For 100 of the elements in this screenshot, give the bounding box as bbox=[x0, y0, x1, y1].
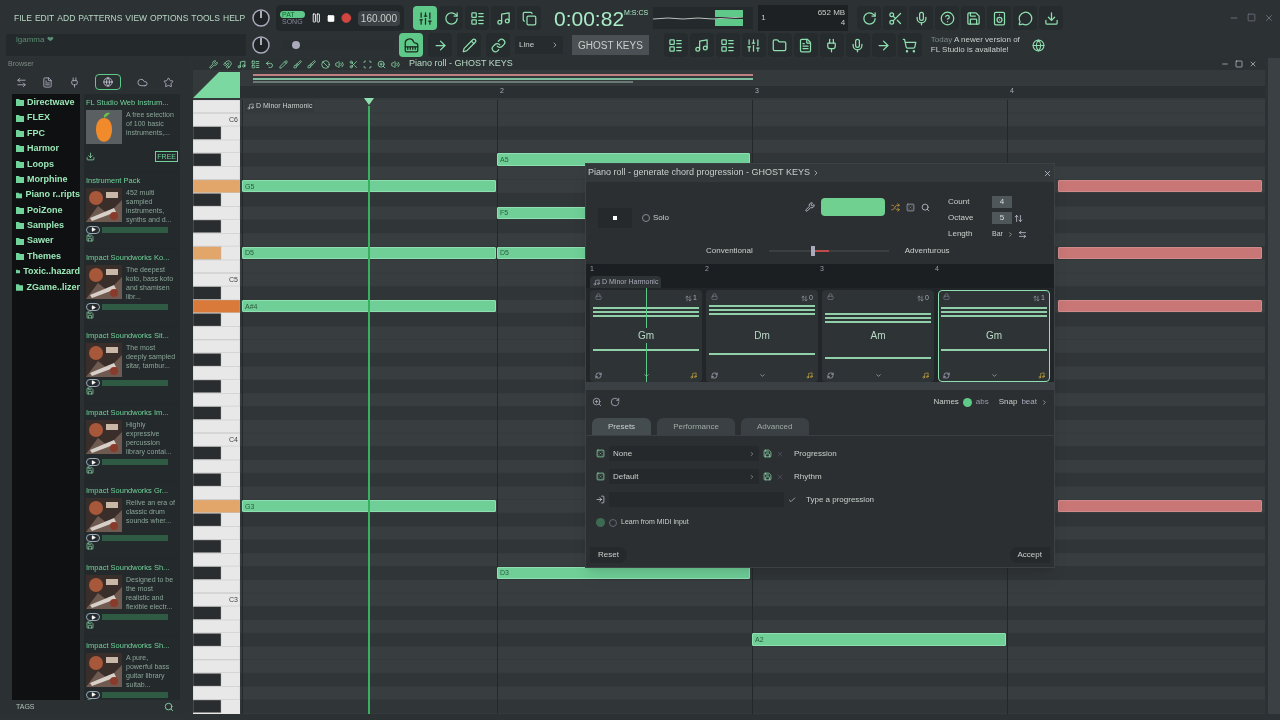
close-icon[interactable] bbox=[1043, 168, 1052, 178]
dice-icon[interactable] bbox=[596, 472, 605, 481]
menu-item[interactable]: FILE bbox=[14, 11, 32, 25]
import-icon[interactable] bbox=[596, 495, 605, 504]
snap-dropdown[interactable]: beat bbox=[1021, 396, 1037, 408]
install-icon[interactable] bbox=[86, 541, 94, 550]
draw-button[interactable] bbox=[457, 33, 481, 57]
help-button[interactable] bbox=[935, 6, 960, 30]
install-icon[interactable] bbox=[86, 621, 94, 630]
tutorial-button[interactable] bbox=[845, 33, 870, 57]
cut-button[interactable] bbox=[883, 6, 908, 30]
mixer-button[interactable] bbox=[741, 33, 766, 57]
tool-icon[interactable] bbox=[321, 59, 330, 69]
pattern-selector[interactable]: GHOST KEYS bbox=[572, 35, 649, 55]
ghost-note[interactable] bbox=[1058, 300, 1262, 313]
menu-item[interactable]: OPTIONS bbox=[150, 11, 189, 25]
tool-icon[interactable] bbox=[209, 59, 218, 69]
star-icon[interactable] bbox=[163, 76, 175, 88]
reset-button[interactable]: Reset bbox=[590, 547, 627, 563]
step-edit-button[interactable] bbox=[428, 33, 452, 57]
piano-roll-button[interactable] bbox=[689, 33, 714, 57]
undo-history-button[interactable] bbox=[857, 6, 882, 30]
up-down-icon[interactable] bbox=[685, 294, 693, 302]
folder-item[interactable]: Loops bbox=[27, 157, 54, 171]
folder-item[interactable]: Samples bbox=[27, 219, 65, 233]
stop-icon[interactable] bbox=[327, 13, 336, 23]
blend-button[interactable] bbox=[491, 6, 515, 30]
microphone-button[interactable] bbox=[909, 6, 934, 30]
octave-field[interactable]: 5 bbox=[992, 212, 1012, 224]
caret-icon[interactable] bbox=[642, 372, 650, 379]
all-icon[interactable] bbox=[15, 76, 27, 88]
folder-item[interactable]: Piano r..ripts bbox=[25, 188, 80, 202]
shop-button[interactable] bbox=[897, 33, 922, 57]
tool-icon[interactable] bbox=[307, 59, 316, 69]
plugin-icon[interactable] bbox=[68, 76, 80, 88]
note-icon[interactable] bbox=[690, 372, 697, 379]
tool-icon[interactable] bbox=[349, 59, 358, 69]
install-icon[interactable] bbox=[86, 466, 94, 475]
folder-item[interactable]: Themes bbox=[27, 249, 61, 264]
download-button[interactable] bbox=[1039, 6, 1064, 30]
up-down-icon[interactable] bbox=[801, 294, 809, 302]
globe-icon[interactable] bbox=[1031, 38, 1045, 52]
accept-button[interactable]: Accept bbox=[1009, 547, 1050, 563]
save-icon[interactable] bbox=[763, 449, 772, 458]
piano-keyboard[interactable] bbox=[193, 100, 240, 714]
render-button[interactable] bbox=[987, 6, 1012, 30]
tool-icon[interactable] bbox=[251, 59, 260, 69]
project-button[interactable] bbox=[793, 33, 818, 57]
folder-item[interactable]: FLEX bbox=[27, 111, 50, 125]
settings-icon[interactable] bbox=[805, 202, 815, 212]
install-icon[interactable] bbox=[86, 233, 94, 242]
folder-item[interactable]: ZGame..lizer bbox=[26, 280, 80, 295]
swap-icon[interactable] bbox=[827, 372, 834, 379]
note-icon[interactable] bbox=[1038, 372, 1045, 379]
ghost-note[interactable] bbox=[1058, 180, 1262, 193]
metronome-button[interactable] bbox=[413, 6, 437, 30]
dice-icon[interactable] bbox=[596, 449, 605, 458]
preset-dropdown[interactable]: Default bbox=[609, 469, 759, 484]
folder-item[interactable]: PoiZone bbox=[27, 203, 63, 218]
caret-icon[interactable] bbox=[990, 372, 998, 379]
count-field[interactable]: 4 bbox=[992, 196, 1012, 208]
tool-icon[interactable] bbox=[293, 59, 302, 69]
menu-item[interactable]: PATTERNS bbox=[78, 11, 123, 25]
chat-button[interactable] bbox=[1013, 6, 1038, 30]
menu-item[interactable]: TOOLS bbox=[191, 11, 221, 25]
tool-icon[interactable] bbox=[237, 59, 246, 69]
close-icon[interactable] bbox=[1249, 60, 1257, 68]
names-toggle[interactable] bbox=[962, 397, 972, 407]
menu-item[interactable]: VIEW bbox=[125, 11, 148, 25]
zoom-icon[interactable] bbox=[592, 397, 602, 407]
master-pitch-knob[interactable] bbox=[251, 35, 271, 55]
up-down-icon[interactable] bbox=[1014, 213, 1023, 223]
install-icon[interactable] bbox=[86, 311, 94, 320]
maximize-icon[interactable] bbox=[1235, 60, 1243, 68]
up-down-icon[interactable] bbox=[917, 294, 925, 302]
stretch-icon[interactable] bbox=[1017, 229, 1027, 239]
swap-icon[interactable] bbox=[943, 372, 950, 379]
caret-icon[interactable] bbox=[758, 372, 766, 379]
horizontal-scrollbar[interactable] bbox=[586, 382, 1054, 390]
step-button[interactable] bbox=[465, 6, 489, 30]
playlist-button[interactable] bbox=[663, 33, 688, 57]
up-down-icon[interactable] bbox=[1033, 294, 1041, 302]
folder-item[interactable]: Harmor bbox=[27, 142, 59, 156]
file-icon[interactable] bbox=[42, 76, 54, 88]
folder-item[interactable]: Morphine bbox=[27, 172, 68, 187]
tool-icon[interactable] bbox=[335, 59, 344, 69]
menu-item[interactable]: HELP bbox=[223, 11, 246, 25]
folder-item[interactable]: Sawer bbox=[27, 234, 54, 248]
refresh-icon[interactable] bbox=[610, 397, 620, 407]
search-icon[interactable] bbox=[164, 702, 174, 712]
tool-icon[interactable] bbox=[377, 59, 386, 69]
plugin-button[interactable] bbox=[819, 33, 844, 57]
check-icon[interactable] bbox=[788, 495, 796, 504]
menu-item[interactable]: EDIT bbox=[34, 11, 55, 25]
tool-icon[interactable] bbox=[265, 59, 274, 69]
swap-icon[interactable] bbox=[595, 372, 602, 379]
shuffle-icon[interactable] bbox=[891, 202, 900, 212]
master-volume-knob[interactable] bbox=[251, 8, 271, 28]
save-icon[interactable] bbox=[763, 472, 772, 481]
note-icon[interactable] bbox=[806, 372, 813, 379]
